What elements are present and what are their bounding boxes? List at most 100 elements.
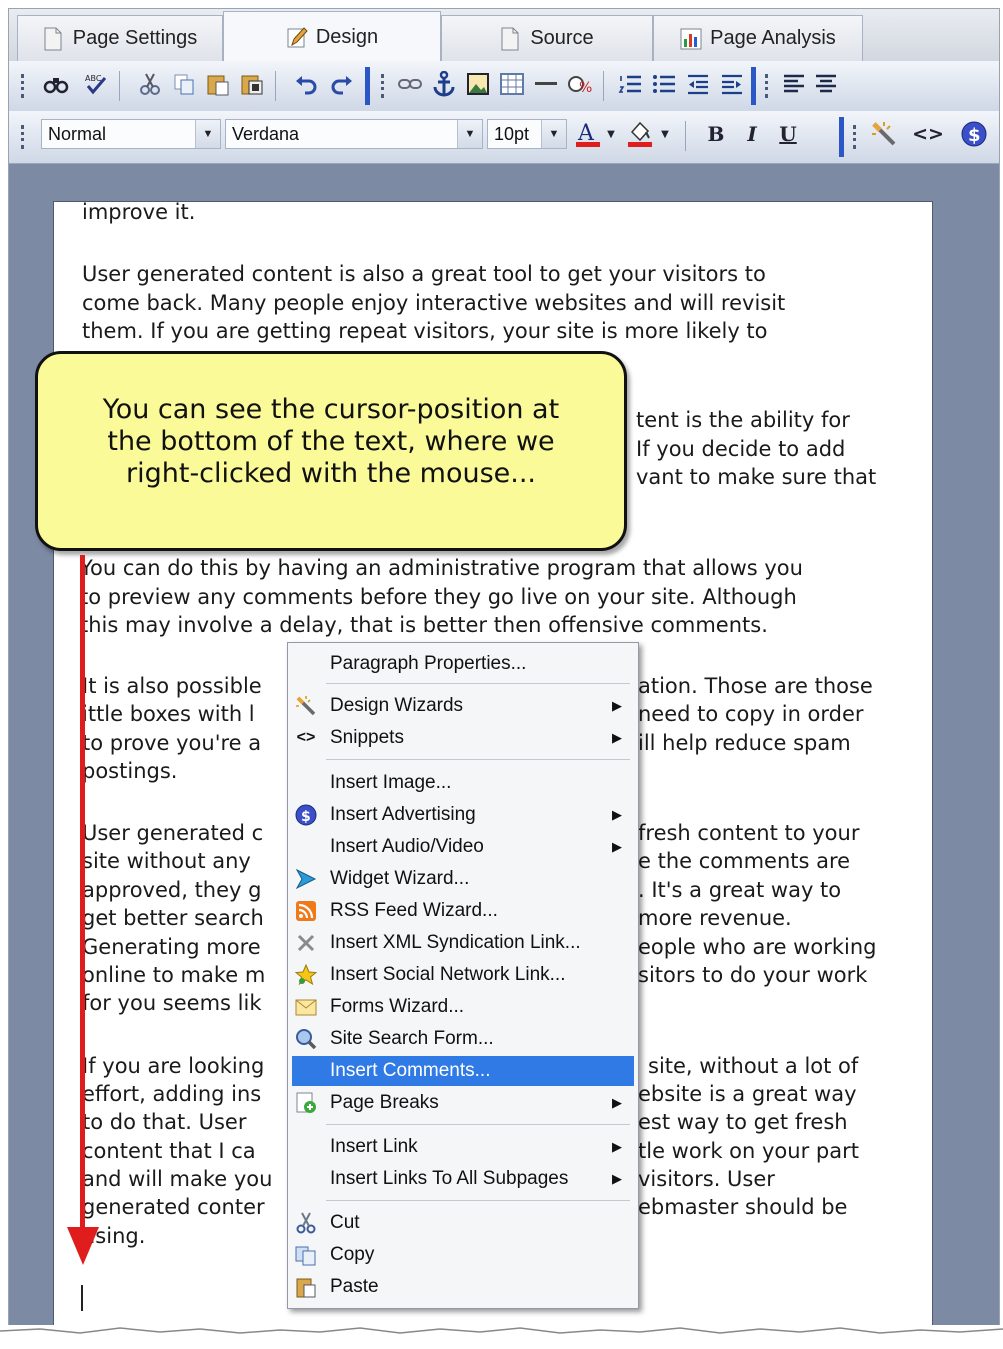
chevron-down-icon[interactable]: ▼ (541, 120, 566, 148)
menu-item-site-search-form[interactable]: Site Search Form... (288, 1024, 638, 1054)
cut-icon[interactable] (135, 69, 165, 99)
svg-text:$: $ (968, 125, 981, 146)
menu-item-snippets[interactable]: <> Snippets ▶ (288, 723, 638, 753)
italic-button[interactable]: I (737, 119, 767, 149)
tab-bar: Page Settings Design Source Page Analysi… (9, 9, 999, 62)
paragraph-fragment: to prove you're a (82, 731, 262, 755)
font-color-icon[interactable]: A (573, 119, 603, 149)
paste-icon[interactable] (203, 69, 233, 99)
menu-item-design-wizards[interactable]: Design Wizards ▶ (288, 691, 638, 721)
paragraph-fragment: est way to get fresh (638, 1110, 848, 1134)
underline-button[interactable]: U (773, 119, 803, 149)
menu-item-paragraph-properties[interactable]: Paragraph Properties... (288, 649, 638, 679)
menu-item-insert-advertising[interactable]: $ Insert Advertising ▶ (288, 800, 638, 830)
paragraph-fragment: User generated c (82, 821, 264, 845)
tab-source[interactable]: Source (441, 15, 653, 61)
form-icon (294, 995, 318, 1019)
paragraph-fragment: ebsite is a great way (638, 1082, 857, 1106)
toolbar-grip[interactable] (21, 74, 28, 98)
style-value: Normal (48, 124, 107, 144)
paragraph-fragment: tent is the ability for If you decide to… (636, 408, 877, 489)
paragraph-fragment: online to make m (82, 963, 266, 987)
menu-item-cut[interactable]: Cut (288, 1208, 638, 1238)
arrow-annotation (80, 555, 85, 1245)
format-toolbar: Normal ▼ Verdana ▼ 10pt ▼ A ▼ ▼ B I U <>… (9, 111, 999, 164)
menu-item-insert-comments[interactable]: Insert Comments... (292, 1056, 634, 1086)
paragraph-fragment: get better search (82, 906, 264, 930)
horizontal-rule-icon[interactable] (531, 69, 561, 99)
menu-item-paste[interactable]: Paste (288, 1272, 638, 1302)
bar-chart-icon (680, 27, 702, 51)
paragraph-fragment: sitors to do your work (638, 963, 868, 987)
toolbar-end-marker (365, 67, 370, 105)
menu-item-copy[interactable]: Copy (288, 1240, 638, 1270)
submenu-arrow-icon: ▶ (612, 839, 622, 854)
snippets-button[interactable]: <> (912, 119, 944, 149)
submenu-arrow-icon: ▶ (612, 1139, 622, 1154)
paragraph-fragment: fresh content to your (638, 821, 860, 845)
tab-page-settings[interactable]: Page Settings (17, 15, 223, 61)
spellcheck-icon[interactable]: ABC (81, 69, 111, 99)
font-size-select[interactable]: 10pt ▼ (487, 119, 567, 149)
undo-icon[interactable] (291, 69, 321, 99)
style-select[interactable]: Normal ▼ (41, 119, 221, 149)
menu-item-page-breaks[interactable]: Page Breaks ▶ (288, 1088, 638, 1118)
toolbar-grip[interactable] (21, 125, 28, 149)
redo-icon[interactable] (327, 69, 357, 99)
wand-icon[interactable] (869, 119, 899, 149)
find-icon[interactable] (41, 69, 71, 99)
highlight-color-dropdown[interactable]: ▼ (657, 119, 673, 149)
svg-text:$: $ (301, 809, 311, 825)
numbered-list-icon[interactable] (615, 69, 645, 99)
toolbar-grip[interactable] (381, 74, 388, 98)
paste-special-icon[interactable] (237, 69, 267, 99)
menu-item-insert-image[interactable]: Insert Image... (288, 768, 638, 798)
anchor-icon[interactable] (429, 69, 459, 99)
menu-item-insert-link[interactable]: Insert Link ▶ (288, 1132, 638, 1162)
submenu-arrow-icon: ▶ (612, 1171, 622, 1186)
special-char-icon[interactable]: % (565, 69, 595, 99)
bullet-list-icon[interactable] (649, 69, 679, 99)
link-icon[interactable] (395, 69, 425, 99)
dollar-icon: $ (294, 803, 318, 827)
font-size-value: 10pt (494, 124, 530, 144)
align-center-icon[interactable] (811, 69, 841, 99)
chevron-down-icon[interactable]: ▼ (195, 120, 220, 148)
toolbar-separator (685, 121, 686, 151)
menu-item-forms-wizard[interactable]: Forms Wizard... (288, 992, 638, 1022)
toolbar-separator (119, 71, 120, 101)
menu-item-insert-social-network-link[interactable]: Insert Social Network Link... (288, 960, 638, 990)
image-icon[interactable] (463, 69, 493, 99)
menu-item-insert-audio-video[interactable]: Insert Audio/Video ▶ (288, 832, 638, 862)
search-icon (294, 1027, 318, 1051)
menu-item-insert-xml-syndication-link[interactable]: Insert XML Syndication Link... (288, 928, 638, 958)
tab-design[interactable]: Design (223, 11, 441, 62)
align-left-icon[interactable] (779, 69, 809, 99)
copy-icon[interactable] (169, 69, 199, 99)
toolbar-grip[interactable] (765, 74, 772, 98)
menu-item-widget-wizard[interactable]: Widget Wizard... (288, 864, 638, 894)
paragraph: improve it. (82, 200, 196, 224)
dollar-icon[interactable]: $ (959, 119, 989, 149)
paragraph-fragment: ittle boxes with l (82, 702, 255, 726)
toolbar-grip[interactable] (853, 125, 860, 149)
highlight-color-icon[interactable] (625, 119, 655, 149)
page-break-icon (294, 1091, 318, 1115)
paragraph-fragment: to do that. User (82, 1110, 247, 1134)
callout-text: You can see the cursor-position at the b… (102, 394, 560, 489)
tab-page-analysis[interactable]: Page Analysis (653, 15, 863, 61)
toolbar-end-marker (839, 117, 844, 157)
table-icon[interactable] (497, 69, 527, 99)
menu-item-insert-links-to-all-subpages[interactable]: Insert Links To All Subpages ▶ (288, 1164, 638, 1194)
svg-text:ABC: ABC (85, 74, 102, 83)
paragraph-fragment: . It's a great way to (638, 878, 842, 902)
paragraph-fragment: site, without a lot of (648, 1054, 859, 1078)
outdent-icon[interactable] (683, 69, 713, 99)
font-color-dropdown[interactable]: ▼ (603, 119, 619, 149)
menu-item-rss-feed-wizard[interactable]: RSS Feed Wizard... (288, 896, 638, 926)
chevron-down-icon[interactable]: ▼ (457, 120, 482, 148)
bold-button[interactable]: B (701, 119, 731, 149)
tab-label: Design (315, 25, 379, 48)
font-select[interactable]: Verdana ▼ (225, 119, 483, 149)
indent-icon[interactable] (717, 69, 747, 99)
